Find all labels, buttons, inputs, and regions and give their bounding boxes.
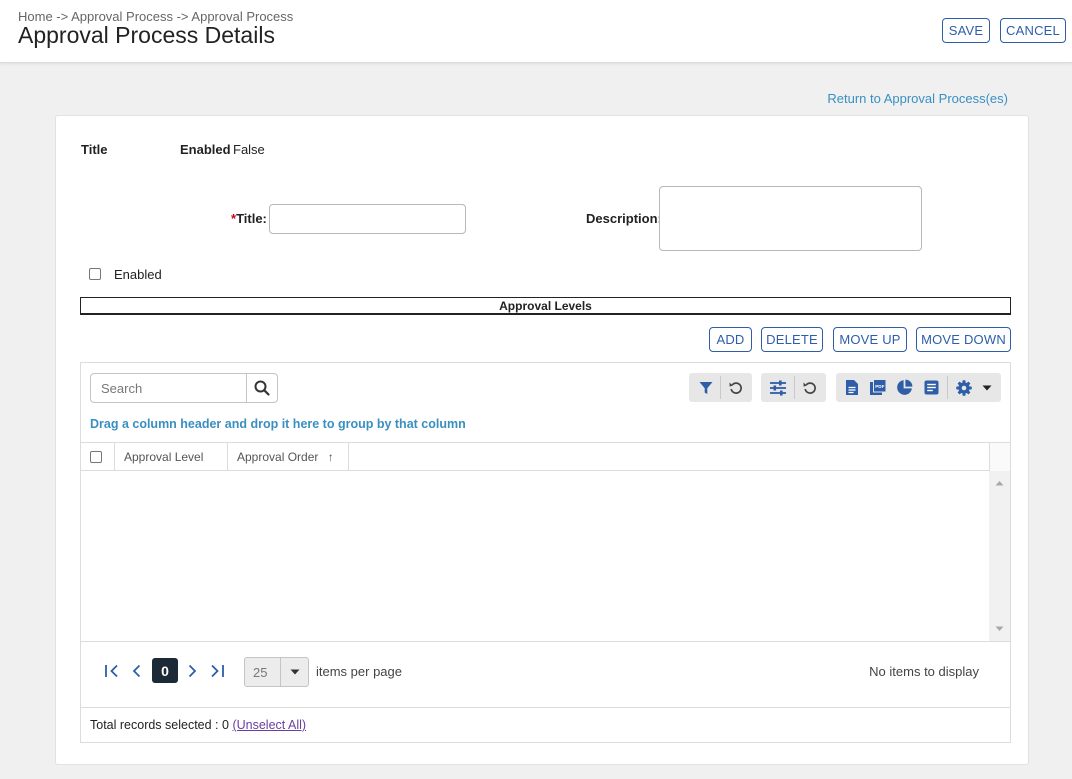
enabled-checkbox[interactable] <box>89 268 101 280</box>
settings-dropdown-button[interactable] <box>976 373 998 402</box>
chevron-down-icon <box>290 669 299 675</box>
column-settings-button[interactable] <box>764 373 792 402</box>
details-card: Title Enabled False *Title: Description:… <box>55 115 1029 765</box>
group-by-hint: Drag a column header and drop it here to… <box>90 417 466 431</box>
search-icon <box>254 380 270 396</box>
grid-body <box>81 471 1010 641</box>
grid-search <box>90 373 278 403</box>
previous-page-button[interactable] <box>128 662 146 680</box>
pager-status: No items to display <box>869 664 979 679</box>
selection-summary: Total records selected : 0 (Unselect All… <box>90 718 306 732</box>
export-tool-group: PDF <box>836 373 1001 402</box>
save-button[interactable]: SAVE <box>942 18 990 43</box>
move-up-button[interactable]: MOVE UP <box>833 327 907 352</box>
first-page-icon <box>105 664 118 678</box>
toolbar-divider <box>720 376 721 399</box>
summary-enabled-value: False <box>233 142 265 157</box>
title-field-label: *Title: <box>231 211 267 226</box>
toolbar-divider <box>947 376 948 399</box>
export-document-button[interactable] <box>838 373 866 402</box>
move-down-button[interactable]: MOVE DOWN <box>916 327 1011 352</box>
filter-icon <box>699 381 713 394</box>
sort-ascending-icon: ↑ <box>327 450 334 464</box>
last-page-button[interactable] <box>208 662 226 680</box>
return-to-list-link[interactable]: Return to Approval Process(es) <box>827 91 1008 106</box>
grid-search-input[interactable] <box>91 374 247 402</box>
approval-levels-grid: PDF <box>80 362 1011 743</box>
title-input[interactable] <box>269 204 466 234</box>
delete-button[interactable]: DELETE <box>761 327 823 352</box>
select-all-checkbox[interactable] <box>90 451 102 463</box>
chart-button[interactable] <box>890 373 918 402</box>
report-icon <box>924 380 938 395</box>
svg-text:PDF: PDF <box>875 384 884 389</box>
unselect-all-link[interactable]: (Unselect All) <box>232 718 306 732</box>
last-page-icon <box>211 664 224 678</box>
header-scroll-filler <box>989 443 1010 471</box>
page-title: Approval Process Details <box>18 22 275 48</box>
vertical-scrollbar[interactable] <box>989 471 1010 641</box>
toolbar-divider <box>794 376 795 399</box>
description-textarea[interactable] <box>659 186 922 251</box>
column-header-label: Approval Level <box>124 450 204 464</box>
total-selected-label: Total records selected : 0 <box>90 718 229 732</box>
first-page-button[interactable] <box>103 662 121 680</box>
scroll-up-icon[interactable] <box>989 478 1010 488</box>
reset-columns-button[interactable] <box>796 373 824 402</box>
search-button[interactable] <box>246 374 277 402</box>
grid-footer: Total records selected : 0 (Unselect All… <box>81 707 1010 742</box>
add-button[interactable]: ADD <box>709 327 752 352</box>
filter-button[interactable] <box>692 373 720 402</box>
column-header-label: Approval Order <box>237 450 319 464</box>
settings-gear-icon <box>956 379 972 396</box>
select-all-column <box>81 443 115 471</box>
reset-filter-icon <box>729 381 742 394</box>
filter-tool-group <box>689 373 752 402</box>
chart-icon <box>896 379 912 395</box>
column-header-approval-order[interactable]: Approval Order ↑ <box>228 443 349 471</box>
summary-enabled-label: Enabled <box>180 142 231 157</box>
approval-levels-section-header: Approval Levels <box>80 297 1011 315</box>
current-page-number[interactable]: 0 <box>152 658 178 683</box>
export-pdf-icon: PDF <box>870 379 887 395</box>
reset-filter-button[interactable] <box>722 373 750 402</box>
cancel-button[interactable]: CANCEL <box>1000 18 1066 43</box>
dropdown-caret-icon <box>982 385 992 390</box>
reset-columns-icon <box>803 381 816 394</box>
page-header: Home -> Approval Process -> Approval Pro… <box>0 0 1072 63</box>
enabled-checkbox-label: Enabled <box>114 267 162 282</box>
grid-header-row: Approval Level Approval Order ↑ <box>81 442 1010 471</box>
items-per-page-label: items per page <box>316 664 402 679</box>
grid-pager: 0 25 items per page No items to display <box>81 641 1010 707</box>
grid-settings-button[interactable] <box>950 373 978 402</box>
column-tool-group <box>761 373 826 402</box>
page-size-dropdown[interactable]: 25 <box>244 657 309 687</box>
chevron-right-icon <box>188 664 197 678</box>
column-settings-icon <box>770 380 786 395</box>
description-field-label: Description: <box>586 211 662 226</box>
report-button[interactable] <box>917 373 945 402</box>
export-document-icon <box>846 380 858 395</box>
scroll-down-icon[interactable] <box>989 624 1010 634</box>
page-size-value: 25 <box>253 665 268 680</box>
export-pdf-button[interactable]: PDF <box>864 373 892 402</box>
column-header-approval-level[interactable]: Approval Level <box>115 443 228 471</box>
summary-title-label: Title <box>81 142 108 157</box>
page-size-arrow[interactable] <box>280 658 308 686</box>
chevron-left-icon <box>132 664 141 678</box>
next-page-button[interactable] <box>183 662 201 680</box>
